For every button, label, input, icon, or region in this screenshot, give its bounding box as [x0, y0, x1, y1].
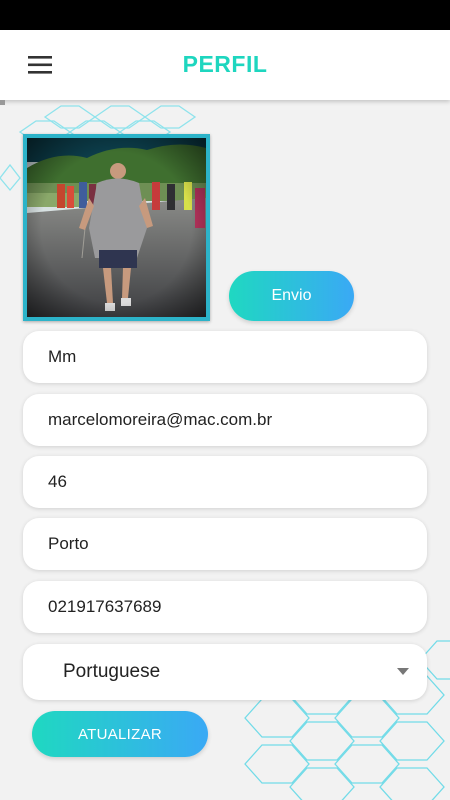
city-value: Porto	[48, 534, 89, 553]
language-selected-value: Portuguese	[63, 661, 161, 682]
app-bar: PERFIL	[0, 30, 450, 100]
age-field[interactable]: 46	[23, 456, 427, 508]
scroll-indicator	[0, 100, 5, 105]
update-button[interactable]: ATUALIZAR	[32, 711, 208, 757]
phone-field[interactable]: 021917637689	[23, 581, 427, 633]
name-value: Mm	[48, 347, 77, 366]
age-value: 46	[48, 472, 67, 491]
profile-photo[interactable]	[23, 134, 210, 321]
city-field[interactable]: Porto	[23, 518, 427, 570]
email-value: marcelomoreira@mac.com.br	[48, 410, 273, 429]
email-field[interactable]: marcelomoreira@mac.com.br	[23, 394, 427, 446]
phone-value: 021917637689	[48, 597, 162, 616]
runner-photo-image	[27, 138, 206, 317]
language-select[interactable]: Portuguese	[23, 644, 427, 700]
dropdown-caret-icon	[397, 668, 409, 675]
send-button[interactable]: Envio	[229, 271, 354, 321]
page-title: PERFIL	[182, 51, 268, 77]
name-field[interactable]: Mm	[23, 331, 427, 383]
